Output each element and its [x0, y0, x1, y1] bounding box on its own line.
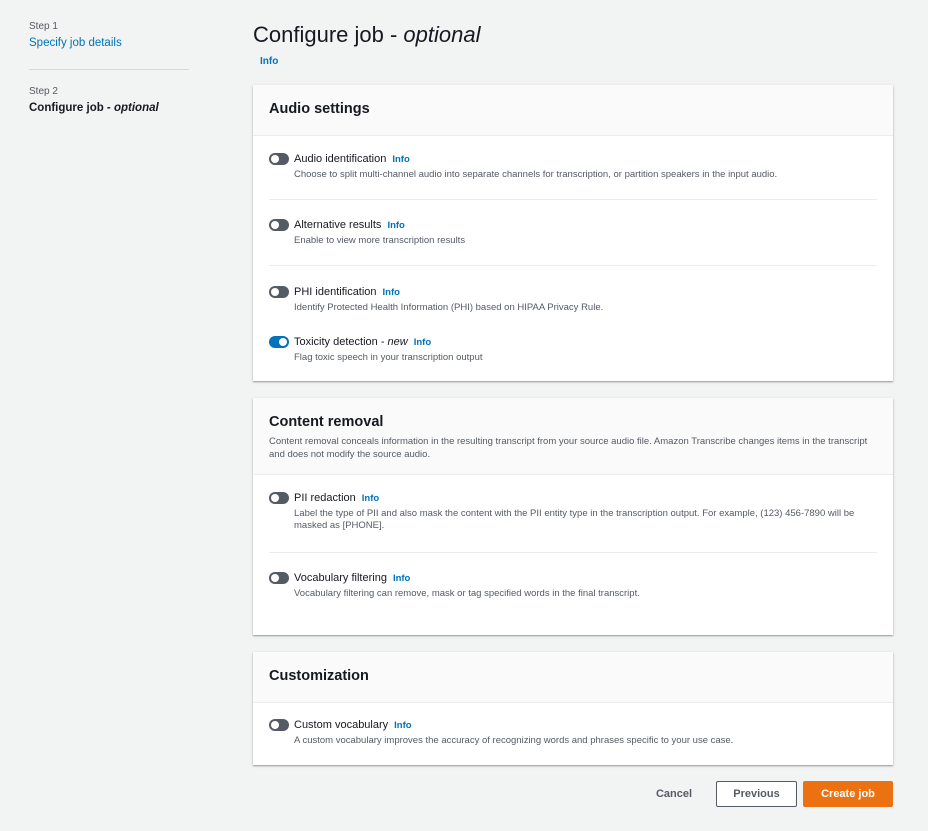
- audio-identification-desc: Choose to split multi-channel audio into…: [294, 169, 778, 180]
- toggle-knob: [271, 574, 279, 582]
- vocabulary-filtering-label-text: Vocabulary filtering: [294, 572, 387, 584]
- audio-identification-label: Audio identification Info: [294, 152, 410, 167]
- page-header: Configure job - optional Info: [253, 20, 893, 68]
- step-1: Step 1 Specify job details: [29, 20, 189, 51]
- custom-vocabulary-label-text: Custom vocabulary: [294, 719, 389, 731]
- content-removal-desc: Content removal conceals information in …: [269, 436, 868, 460]
- toxicity-detection-label-text: Toxicity detection -: [294, 336, 388, 348]
- phi-identification-info-link[interactable]: Info: [383, 287, 400, 298]
- toxicity-detection-toggle[interactable]: [269, 336, 289, 348]
- pii-redaction-label-text: PII redaction: [294, 492, 356, 504]
- phi-identification-toggle[interactable]: [269, 286, 289, 298]
- toggle-knob: [271, 221, 279, 229]
- step-2-label: Step 2: [29, 86, 58, 97]
- vocabulary-filtering-info-link[interactable]: Info: [393, 573, 410, 584]
- step-2: Step 2 Configure job - optional: [29, 85, 189, 116]
- new-badge: new: [387, 336, 408, 348]
- audio-settings-panel: Audio settings Audio identification Info …: [253, 85, 893, 381]
- pii-redaction-info-link[interactable]: Info: [362, 493, 379, 504]
- content-removal-header: Content removal Content removal conceals…: [253, 398, 893, 475]
- customization-header: Customization: [253, 652, 893, 703]
- pii-redaction-label: PII redaction Info: [294, 491, 379, 506]
- previous-button[interactable]: Previous: [716, 781, 797, 807]
- toggle-knob: [271, 155, 279, 163]
- audio-settings-header: Audio settings: [253, 85, 893, 136]
- toggle-knob: [279, 338, 287, 346]
- toxicity-detection-desc: Flag toxic speech in your transcription …: [294, 352, 483, 363]
- step-divider: [29, 69, 189, 70]
- customization-panel: Customization Custom vocabulary Info A cu…: [253, 652, 893, 765]
- content-removal-panel: Content removal Content removal conceals…: [253, 398, 893, 635]
- wizard-steps-nav: Step 1 Specify job details Step 2 Config…: [29, 20, 189, 116]
- pii-redaction-desc: Label the type of PII and also mask the …: [294, 508, 855, 531]
- custom-vocabulary-info-link[interactable]: Info: [394, 720, 411, 731]
- step-2-title-emph: optional: [113, 102, 159, 114]
- custom-vocabulary-label: Custom vocabulary Info: [294, 718, 412, 733]
- vocabulary-filtering-label: Vocabulary filtering Info: [294, 571, 410, 586]
- vocabulary-filtering-desc: Vocabulary filtering can remove, mask or…: [294, 588, 640, 599]
- step-1-label: Step 1: [29, 21, 58, 32]
- page-info-link[interactable]: Info: [260, 55, 893, 68]
- page-title-emph: optional: [403, 22, 481, 47]
- toggle-knob: [271, 721, 279, 729]
- toxicity-detection-info-link[interactable]: Info: [414, 337, 431, 348]
- audio-identification-toggle[interactable]: [269, 153, 289, 165]
- setting-divider: [269, 552, 877, 553]
- alternative-results-label: Alternative results Info: [294, 218, 405, 233]
- pii-redaction-toggle[interactable]: [269, 492, 289, 504]
- step-2-current: Configure job - optional: [29, 101, 189, 116]
- audio-settings-title: Audio settings: [269, 101, 370, 117]
- alternative-results-label-text: Alternative results: [294, 219, 382, 231]
- setting-divider: [269, 199, 877, 200]
- alternative-results-info-link[interactable]: Info: [387, 220, 404, 231]
- customization-title: Customization: [269, 668, 369, 684]
- setting-divider: [269, 265, 877, 266]
- custom-vocabulary-toggle[interactable]: [269, 719, 289, 731]
- phi-identification-desc: Identify Protected Health Information (P…: [294, 302, 604, 313]
- step-2-title: Configure job -: [29, 102, 114, 114]
- content-removal-title: Content removal: [269, 414, 384, 430]
- cancel-button[interactable]: Cancel: [645, 781, 703, 807]
- alternative-results-toggle[interactable]: [269, 219, 289, 231]
- alternative-results-desc: Enable to view more transcription result…: [294, 235, 466, 246]
- toxicity-detection-label: Toxicity detection - new Info: [294, 335, 431, 350]
- audio-identification-info-link[interactable]: Info: [392, 154, 409, 165]
- page-title-text: Configure job -: [253, 22, 404, 47]
- custom-vocabulary-desc: A custom vocabulary improves the accurac…: [294, 735, 734, 746]
- vocabulary-filtering-toggle[interactable]: [269, 572, 289, 584]
- audio-identification-label-text: Audio identification: [294, 153, 387, 165]
- step-1-link[interactable]: Specify job details: [29, 36, 189, 51]
- page-title: Configure job - optional: [253, 20, 893, 50]
- toggle-knob: [271, 288, 279, 296]
- phi-identification-label: PHI identification Info: [294, 285, 400, 300]
- toggle-knob: [271, 494, 279, 502]
- phi-identification-label-text: PHI identification: [294, 286, 377, 298]
- create-job-button[interactable]: Create job: [803, 781, 893, 807]
